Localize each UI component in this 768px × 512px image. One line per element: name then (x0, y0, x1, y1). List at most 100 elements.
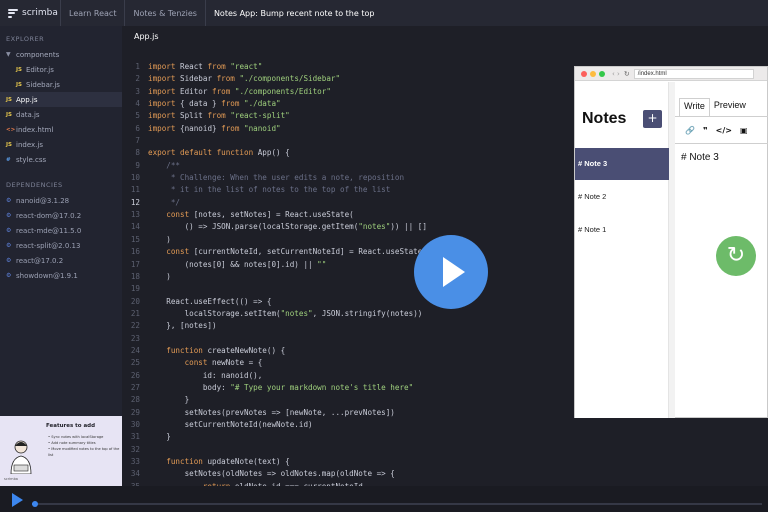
scrimba-logo[interactable]: scrimba (0, 8, 60, 18)
line-source: import {nanoid} from "nanoid" (148, 123, 281, 133)
file-app-js[interactable]: JS App.js (0, 92, 122, 107)
file-data-js[interactable]: JS data.js (0, 107, 122, 122)
note-item-1[interactable]: # Note 1 (575, 214, 669, 246)
markdown-textarea[interactable]: # Note 3 (681, 152, 719, 163)
file-label: data.js (16, 110, 40, 119)
line-number: 19 (130, 284, 140, 294)
js-file-icon: JS (6, 111, 13, 118)
minimize-dot-icon[interactable] (590, 70, 596, 77)
line-source: React.useEffect(() => { (148, 296, 272, 306)
notes-sidebar: Notes + # Note 3 # Note 2 # Note 1 (575, 82, 669, 418)
play-overlay-button[interactable] (414, 235, 488, 309)
code-line[interactable]: 32 (122, 445, 768, 457)
file-label: Editor.js (26, 65, 54, 74)
refresh-icon: ↻ (726, 243, 746, 268)
file-sidebar-js[interactable]: JS Sidebar.js (0, 77, 122, 92)
line-number: 31 (130, 432, 140, 442)
breadcrumb-notes-tenzies[interactable]: Notes & Tenzies (124, 0, 204, 26)
code-icon[interactable]: </> (716, 126, 732, 135)
thumbnail-brand: scrimba (4, 477, 18, 481)
file-editor-js[interactable]: JS Editor.js (0, 62, 122, 77)
close-dot-icon[interactable] (581, 70, 587, 77)
file-label: Sidebar.js (26, 80, 60, 89)
line-number: 14 (130, 222, 140, 232)
dependency-item[interactable]: ⚙ react@17.0.2 (0, 253, 122, 268)
play-icon[interactable] (12, 493, 23, 507)
thumbnail-feature-list: • Sync notes with localStorage • Add not… (48, 434, 122, 458)
dependency-item[interactable]: ⚙ react-split@2.0.13 (0, 238, 122, 253)
top-bar: scrimba Learn React Notes & Tenzies Note… (0, 0, 768, 26)
line-number: 20 (130, 296, 140, 306)
progress-handle[interactable] (31, 501, 38, 507)
line-number: 10 (130, 173, 140, 183)
line-source: */ (148, 197, 181, 207)
line-source: } (148, 395, 190, 405)
notes-heading: Notes (582, 110, 627, 127)
line-source: function createNewNote() { (148, 345, 286, 355)
link-icon[interactable]: 🔗 (685, 126, 695, 135)
editor-tab-app-js[interactable]: App.js (134, 32, 159, 41)
line-source: id: nanoid(), (148, 370, 263, 380)
package-icon: ⚙ (6, 242, 12, 249)
line-source: * Challenge: When the user edits a note,… (148, 173, 405, 183)
note-item-3[interactable]: # Note 3 (575, 148, 669, 180)
line-number: 33 (130, 457, 140, 466)
dependency-item[interactable]: ⚙ nanoid@3.1.28 (0, 193, 122, 208)
line-source: (notes[0] && notes[0].id) || "" (148, 259, 327, 269)
folder-components[interactable]: ▼ components (0, 47, 122, 62)
instructor-video-thumbnail[interactable]: Features to add • Sync notes with localS… (0, 416, 122, 486)
dependency-item[interactable]: ⚙ showdown@1.9.1 (0, 268, 122, 283)
line-number: 12 (130, 197, 140, 207)
line-number: 30 (130, 419, 140, 429)
file-explorer-sidebar: EXPLORER ▼ components JS Editor.js JS Si… (0, 26, 122, 416)
breadcrumb-current-scrim: Notes App: Bump recent note to the top (204, 0, 383, 26)
package-icon: ⚙ (6, 272, 12, 279)
maximize-dot-icon[interactable] (599, 70, 605, 77)
line-source: function updateNote(text) { (148, 457, 290, 466)
line-number: 1 (135, 62, 140, 71)
line-number: 32 (130, 444, 140, 454)
code-line[interactable]: 31 } (122, 432, 768, 444)
line-number: 2 (135, 74, 140, 84)
browser-toolbar: ‹ › ↻ /index.html (575, 67, 767, 81)
breadcrumb-learn-react[interactable]: Learn React (60, 0, 124, 26)
dependency-item[interactable]: ⚙ react-mde@11.5.0 (0, 223, 122, 238)
package-icon: ⚙ (6, 197, 12, 204)
js-file-icon: JS (16, 81, 23, 88)
line-source: body: "# Type your markdown note's title… (148, 382, 414, 392)
file-style-css[interactable]: # style.css (0, 152, 122, 167)
code-line[interactable]: 33 function updateNote(text) { (122, 457, 768, 469)
line-source: setCurrentNoteId(newNote.id) (148, 419, 313, 429)
code-line[interactable]: 34 setNotes(oldNotes => oldNotes.map(old… (122, 469, 768, 481)
image-icon[interactable]: ▣ (740, 126, 748, 135)
css-file-icon: # (6, 156, 11, 163)
code-line[interactable]: 30 setCurrentNoteId(newNote.id) (122, 420, 768, 432)
markdown-tabs: Write Preview (679, 98, 750, 116)
dependency-label: react@17.0.2 (16, 256, 64, 265)
new-note-button[interactable]: + (643, 110, 662, 128)
file-index-js[interactable]: JS index.js (0, 137, 122, 152)
dependency-item[interactable]: ⚙ react-dom@17.0.2 (0, 208, 122, 223)
back-forward-icon[interactable]: ‹ › (612, 70, 620, 78)
url-field[interactable]: /index.html (633, 68, 754, 79)
feature-item: • Move modified notes to the top of the … (48, 447, 120, 457)
refresh-preview-button[interactable]: ↻ (716, 236, 756, 276)
line-number: 8 (135, 148, 140, 158)
line-number: 26 (130, 370, 140, 380)
line-source: setNotes(oldNotes => oldNotes.map(oldNot… (148, 469, 395, 479)
tab-preview[interactable]: Preview (710, 98, 750, 116)
line-source: const [notes, setNotes] = React.useState… (148, 210, 354, 220)
line-number: 22 (130, 321, 140, 331)
progress-bar[interactable] (31, 501, 762, 507)
quote-icon[interactable]: ❞ (703, 126, 708, 135)
line-number: 5 (135, 111, 140, 121)
reload-icon[interactable]: ↻ (624, 70, 630, 78)
js-file-icon: JS (6, 96, 13, 103)
line-number: 29 (130, 407, 140, 417)
tab-write[interactable]: Write (679, 98, 710, 116)
file-label: index.js (16, 140, 43, 149)
note-item-2[interactable]: # Note 2 (575, 181, 669, 213)
file-index-html[interactable]: <> index.html (0, 122, 122, 137)
line-source: const [currentNoteId, setCurrentNoteId] … (148, 247, 427, 257)
js-file-icon: JS (16, 66, 23, 73)
